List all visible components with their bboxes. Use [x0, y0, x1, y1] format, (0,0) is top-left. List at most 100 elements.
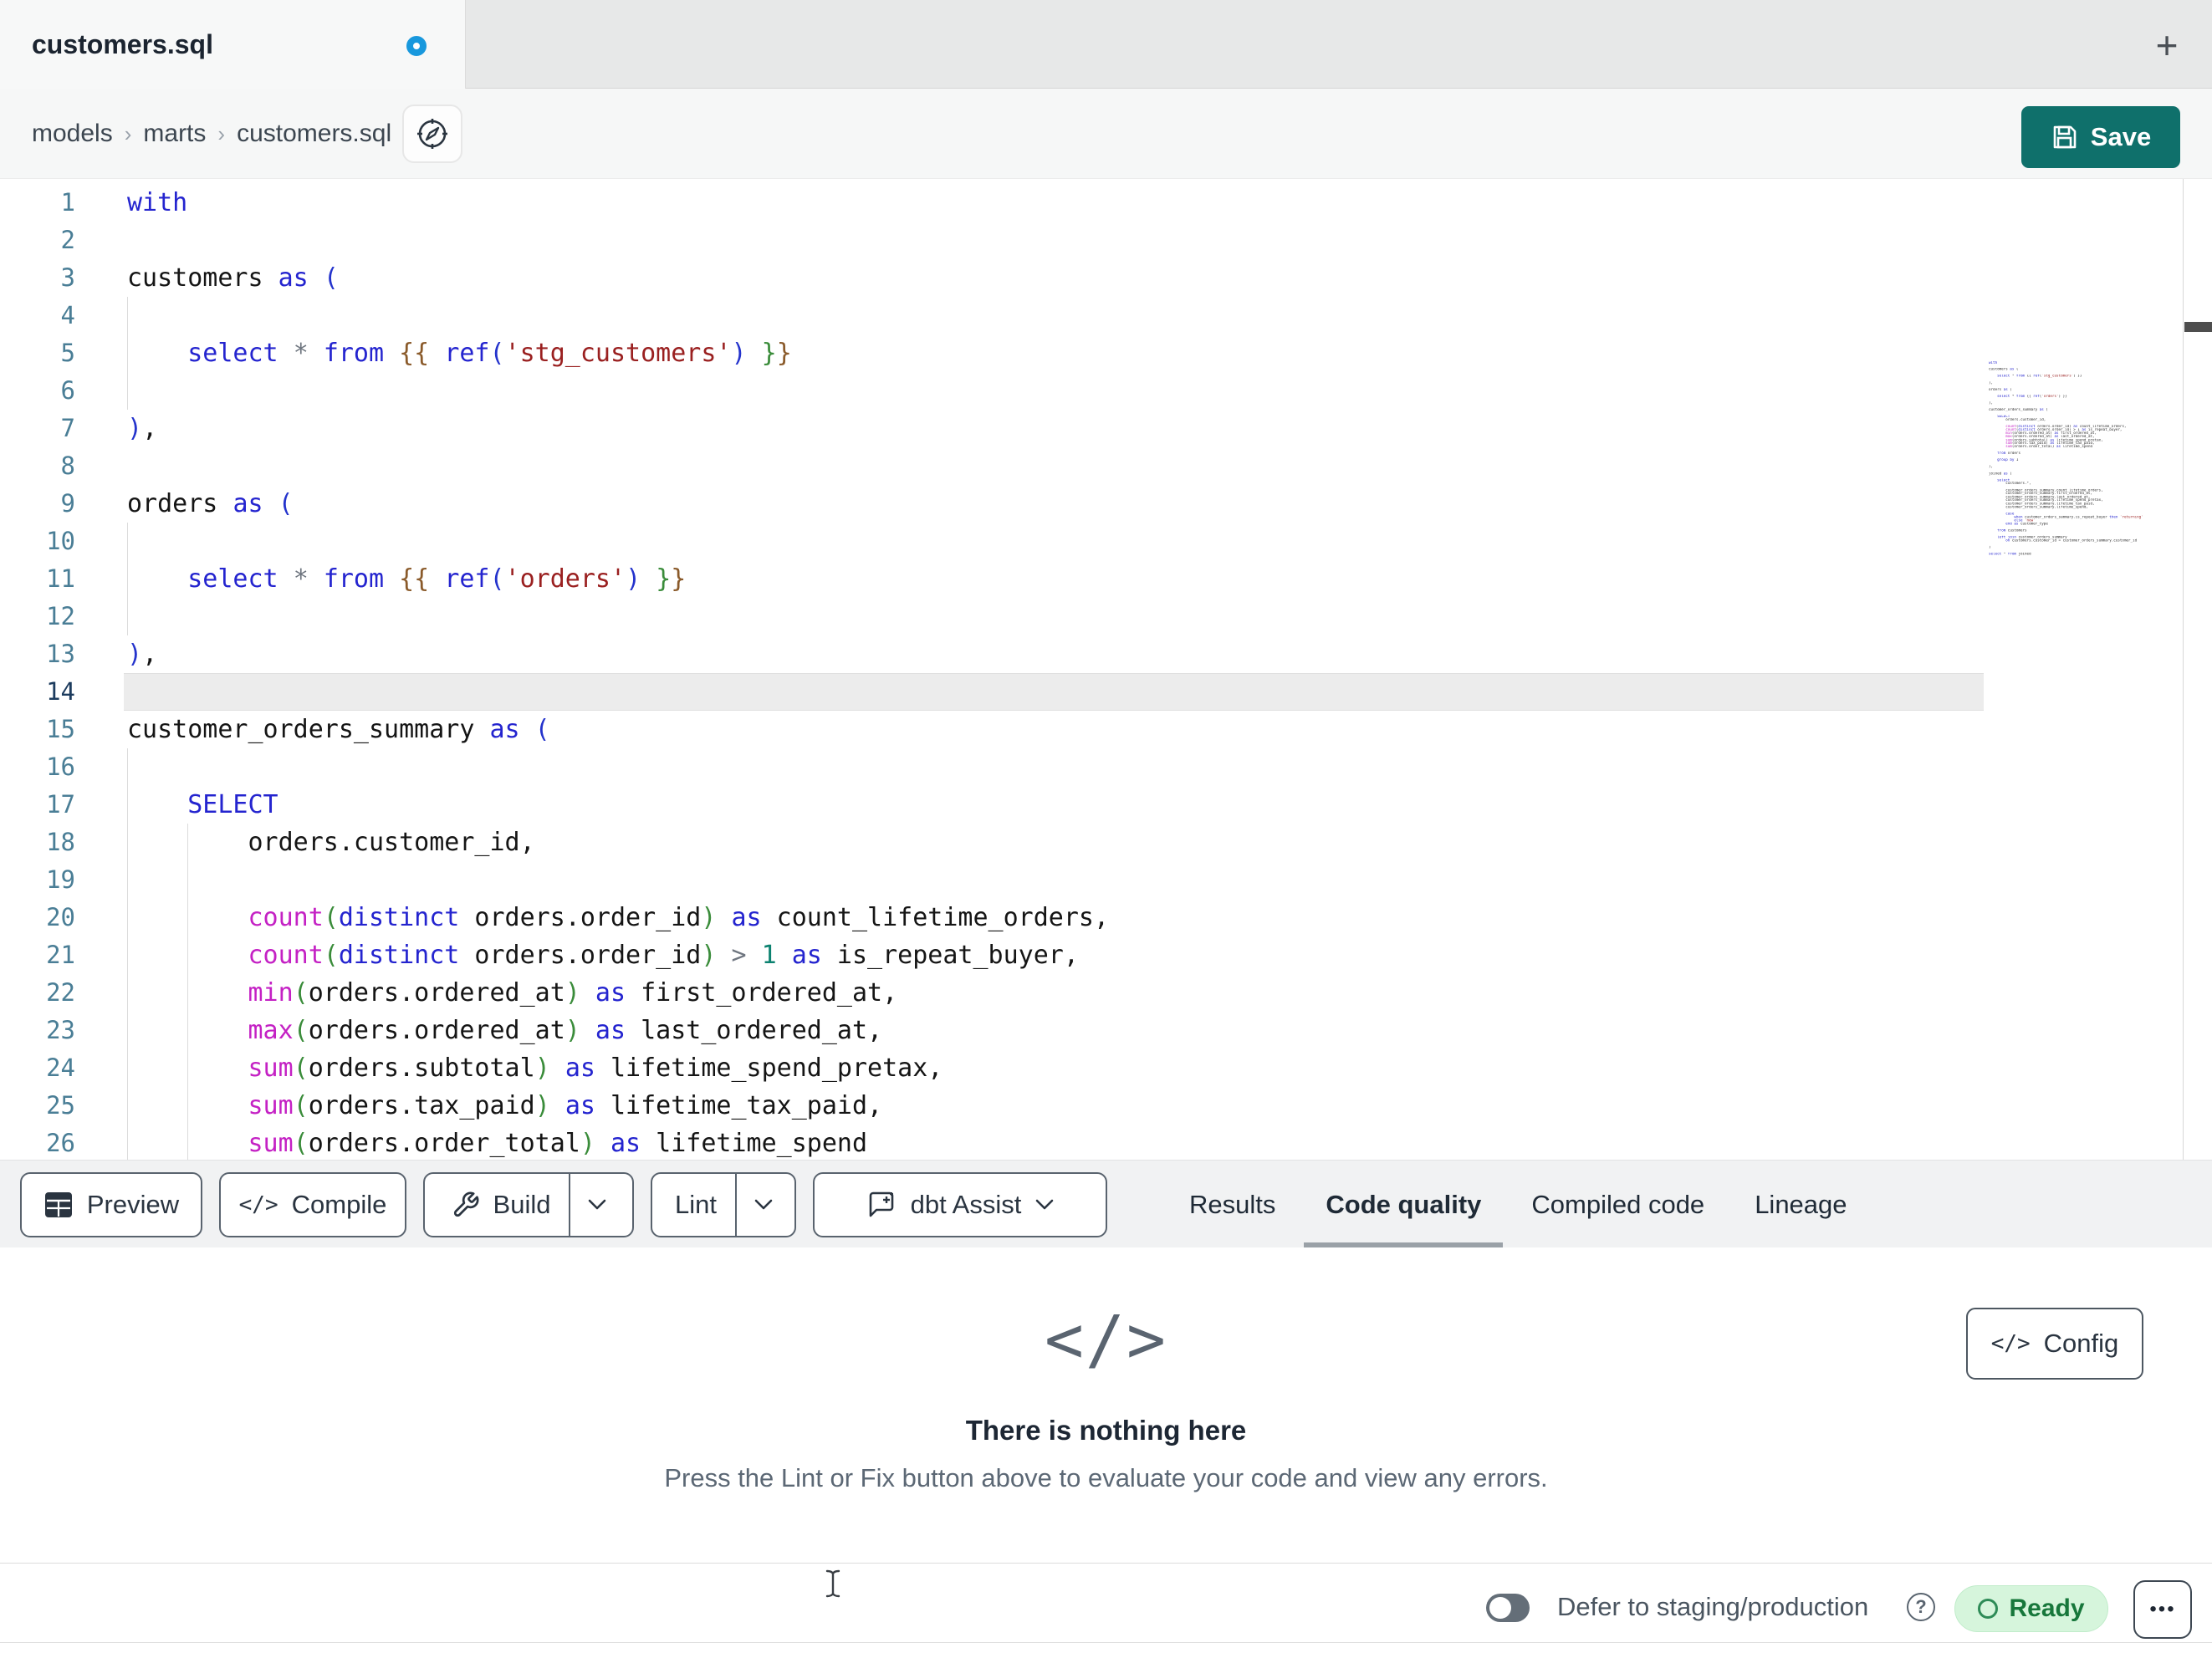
code-text: SELECT	[187, 790, 278, 819]
line-number: 13	[46, 640, 75, 668]
minimap-line: select * from joined	[1989, 552, 2031, 556]
line-number: 9	[60, 489, 75, 518]
breadcrumb-models[interactable]: models	[32, 120, 113, 148]
line-number: 18	[46, 828, 75, 856]
code-line[interactable]: 5 select * from {{ ref('stg_customers') …	[0, 334, 2212, 372]
code-line[interactable]: 6	[0, 372, 2212, 410]
code-text: select * from {{ ref('orders') }}	[187, 564, 687, 594]
code-line[interactable]: 13),	[0, 635, 2212, 673]
line-number: 8	[60, 452, 75, 480]
line-number: 19	[46, 865, 75, 894]
build-button-label: Build	[493, 1190, 551, 1219]
line-number: 23	[46, 1016, 75, 1044]
line-number: 25	[46, 1091, 75, 1120]
preview-button-label: Preview	[86, 1190, 180, 1219]
new-tab-button[interactable]: +	[2145, 23, 2189, 67]
code-line[interactable]: 15 customer_orders_summary as (	[0, 711, 2212, 748]
code-line[interactable]: 9 orders as (	[0, 485, 2212, 523]
help-icon[interactable]: ?	[1907, 1593, 1935, 1621]
code-line[interactable]: 22 min(orders.ordered_at) as first_order…	[0, 974, 2212, 1012]
code-editor[interactable]: 1 with 2 3 customers as ( 4 5 select * from {{…	[0, 179, 2212, 1160]
preview-button[interactable]: Preview	[20, 1172, 202, 1237]
wrench-icon	[453, 1191, 478, 1217]
line-number: 6	[60, 376, 75, 405]
chevron-down-icon	[589, 1199, 606, 1210]
code-line[interactable]: 20 count(distinct orders.order_id) as co…	[0, 899, 2212, 936]
dbt-assist-button-label: dbt Assist	[910, 1190, 1022, 1219]
code-line[interactable]: 3 customers as (	[0, 259, 2212, 297]
code-line[interactable]: 26 sum(orders.order_total) as lifetime_s…	[0, 1125, 2212, 1160]
tab-compiled-code[interactable]: Compiled code	[1506, 1161, 1729, 1248]
status-badge: Ready	[1954, 1585, 2108, 1632]
code-area: 1 with 2 3 customers as ( 4 5 select * from {{…	[0, 179, 2212, 1160]
code-icon: </>	[238, 1192, 278, 1217]
window-bottom-edge	[0, 1642, 2212, 1643]
plus-icon: +	[2155, 23, 2179, 67]
code-line[interactable]: 16	[0, 748, 2212, 786]
status-badge-label: Ready	[2009, 1594, 2085, 1622]
code-line[interactable]: 18 orders.customer_id,	[0, 824, 2212, 861]
code-text: sum(orders.tax_paid) as lifetime_tax_pai…	[248, 1091, 883, 1120]
chevron-down-icon	[1036, 1199, 1054, 1210]
more-options-button[interactable]: •••	[2133, 1580, 2192, 1639]
file-tab-customers-sql[interactable]: customers.sql	[0, 0, 466, 89]
line-number: 3	[60, 263, 75, 292]
scrollbar-thumb[interactable]	[2184, 322, 2212, 332]
code-line[interactable]: 8	[0, 447, 2212, 485]
code-line[interactable]: 25 sum(orders.tax_paid) as lifetime_tax_…	[0, 1087, 2212, 1125]
breadcrumb-marts[interactable]: marts	[143, 120, 206, 148]
code-line[interactable]: 10	[0, 523, 2212, 560]
line-number: 10	[46, 527, 75, 555]
tab-bar: customers.sql +	[0, 0, 2212, 89]
status-bar: Defer to staging/production ? Ready •••	[0, 1564, 2212, 1642]
toggle-knob	[1489, 1597, 1511, 1619]
code-text: ),	[127, 414, 158, 443]
unsaved-indicator-icon	[406, 36, 427, 56]
minimap[interactable]: with customers as ( select * from {{ ref(…	[1989, 361, 2179, 612]
code-line[interactable]: 7),	[0, 410, 2212, 447]
code-line[interactable]: 1 with	[0, 184, 2212, 222]
code-line[interactable]: 23 max(orders.ordered_at) as last_ordere…	[0, 1012, 2212, 1049]
scrollbar-track	[2183, 179, 2184, 1160]
tab-lineage[interactable]: Lineage	[1729, 1161, 1872, 1248]
code-text: sum(orders.order_total) as lifetime_spen…	[248, 1129, 868, 1158]
code-line[interactable]: 19	[0, 861, 2212, 899]
line-number: 26	[46, 1129, 75, 1157]
defer-toggle[interactable]	[1486, 1594, 1530, 1622]
config-button-label: Config	[2043, 1329, 2119, 1358]
save-button-label: Save	[2090, 122, 2152, 151]
line-number: 1	[60, 188, 75, 217]
breadcrumb-separator: ›	[124, 120, 132, 146]
open-in-ide-button[interactable]	[402, 105, 462, 163]
config-button[interactable]: </> Config	[1966, 1308, 2143, 1380]
compile-button-label: Compile	[291, 1190, 387, 1219]
code-line[interactable]: 11 select * from {{ ref('orders') }}	[0, 560, 2212, 598]
line-number: 2	[60, 226, 75, 254]
tab-results[interactable]: Results	[1164, 1161, 1300, 1248]
line-number: 22	[46, 978, 75, 1007]
code-line[interactable]: 2	[0, 222, 2212, 259]
line-number: 15	[46, 715, 75, 743]
code-line[interactable]: 4	[0, 297, 2212, 334]
code-line[interactable]: 14	[0, 673, 2212, 711]
tab-code-quality[interactable]: Code quality	[1300, 1161, 1506, 1248]
lint-menu-chevron[interactable]	[734, 1174, 790, 1236]
code-line[interactable]: 12	[0, 598, 2212, 635]
tab-bar-empty-area: +	[466, 0, 2212, 89]
ellipsis-icon: •••	[2149, 1598, 2176, 1620]
compile-button[interactable]: </> Compile	[219, 1172, 406, 1237]
ready-indicator-icon	[1978, 1599, 1999, 1619]
empty-state-title: There is nothing here	[965, 1415, 1247, 1446]
build-menu-chevron[interactable]	[569, 1174, 624, 1236]
text-cursor-icon	[825, 1569, 840, 1598]
save-button[interactable]: Save	[2021, 106, 2180, 168]
code-line[interactable]: 17 SELECT	[0, 786, 2212, 824]
code-line[interactable]: 21 count(distinct orders.order_id) > 1 a…	[0, 936, 2212, 974]
code-text: customer_orders_summary as (	[127, 715, 550, 744]
lint-button[interactable]: Lint	[651, 1172, 796, 1237]
code-slash-icon: </>	[1045, 1303, 1167, 1378]
dbt-assist-button[interactable]: dbt Assist	[813, 1172, 1107, 1237]
line-number: 4	[60, 301, 75, 329]
code-line[interactable]: 24 sum(orders.subtotal) as lifetime_spen…	[0, 1049, 2212, 1087]
build-button[interactable]: Build	[423, 1172, 634, 1237]
